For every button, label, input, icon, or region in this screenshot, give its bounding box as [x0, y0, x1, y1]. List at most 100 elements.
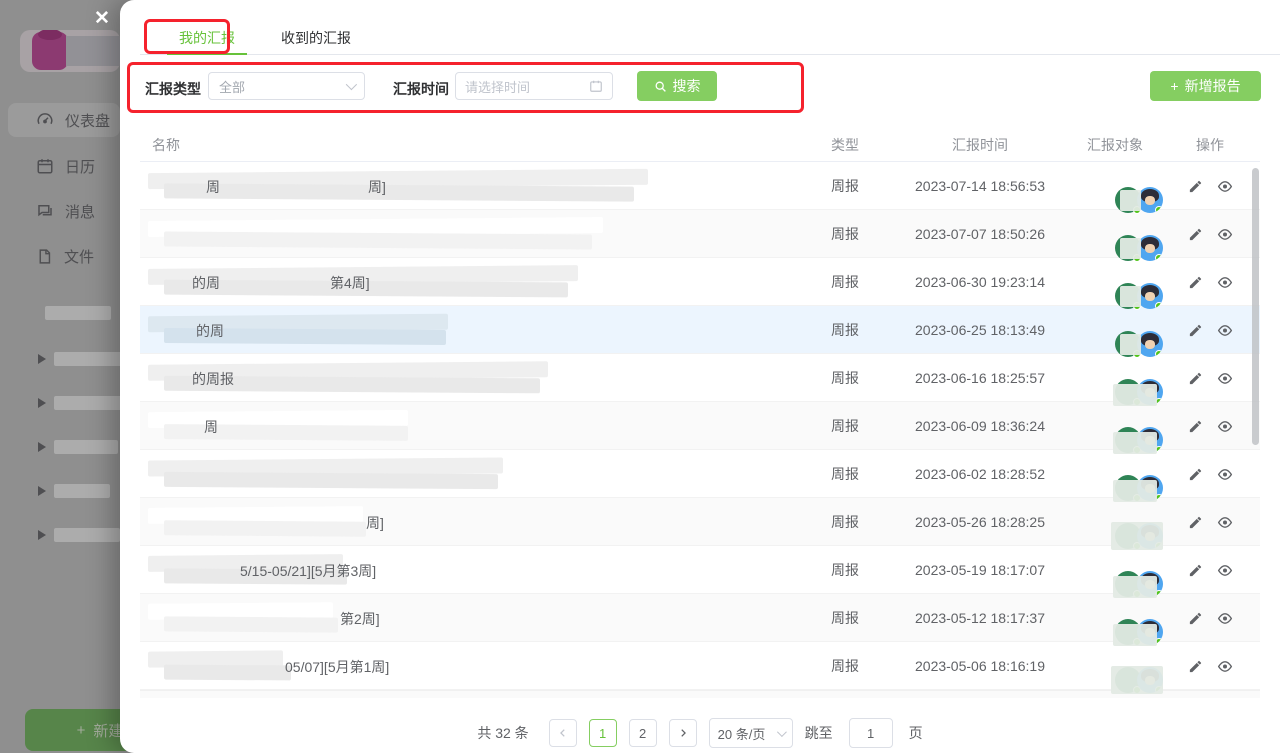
chevron-right-icon: [678, 728, 688, 738]
report-name-fragment: 05/07][5月第1周]: [285, 657, 389, 677]
column-header-time: 汇报时间: [890, 135, 1070, 155]
report-name-fragment: 5/15-05/21][5月第3周]: [240, 561, 376, 581]
report-type: 周报: [800, 368, 890, 388]
report-name-fragment: 的周: [192, 273, 220, 293]
online-status-dot: [1155, 350, 1163, 357]
report-name-fragment: 的周: [196, 321, 224, 341]
search-button[interactable]: 搜索: [637, 71, 717, 101]
view-icon[interactable]: [1217, 466, 1233, 482]
table-row[interactable]: 周周] 周报 2023-07-14 18:56:53: [140, 162, 1260, 210]
plus-icon: +: [1170, 78, 1178, 94]
avatar-redaction: [1111, 666, 1163, 694]
add-report-button[interactable]: + 新增报告: [1150, 71, 1261, 101]
view-icon[interactable]: [1217, 178, 1233, 194]
edit-icon[interactable]: [1188, 226, 1204, 242]
edit-icon[interactable]: [1188, 514, 1204, 530]
tree-expand-icon[interactable]: [38, 354, 46, 364]
tree-expand-icon[interactable]: [38, 398, 46, 408]
edit-icon[interactable]: [1188, 178, 1204, 194]
edit-icon[interactable]: [1188, 610, 1204, 626]
tab-bar: 我的汇报 收到的汇报: [140, 20, 1280, 55]
report-name: 05/07][5月第1周]: [140, 642, 800, 690]
redacted-name: [148, 218, 603, 250]
sidebar-item-label: 文件: [64, 246, 94, 267]
report-name: 5/15-05/21][5月第3周]: [140, 546, 800, 594]
report-type-select-value: 全部: [219, 77, 245, 96]
view-icon[interactable]: [1217, 274, 1233, 290]
report-name-fragment: 周: [204, 417, 218, 437]
close-icon[interactable]: ✕: [90, 7, 114, 31]
report-type: 周报: [800, 224, 890, 244]
row-actions: [1160, 658, 1260, 674]
jump-label: 跳至: [805, 723, 833, 743]
view-icon[interactable]: [1217, 562, 1233, 578]
view-icon[interactable]: [1217, 514, 1233, 530]
view-icon[interactable]: [1217, 370, 1233, 386]
prev-page-button[interactable]: [549, 719, 577, 747]
table-row[interactable]: 的周第4周] 周报 2023-06-30 19:23:14: [140, 258, 1260, 306]
page-size-select[interactable]: 20 条/页: [709, 718, 793, 748]
report-name: [140, 450, 800, 498]
jump-page-input[interactable]: [849, 718, 893, 748]
sidebar-item-files[interactable]: 文件: [8, 239, 120, 273]
tab-my-reports[interactable]: 我的汇报: [167, 20, 247, 55]
avatar-redaction: [1113, 576, 1157, 598]
view-icon[interactable]: [1217, 226, 1233, 242]
page-suffix-label: 页: [909, 723, 923, 743]
next-page-button[interactable]: [669, 719, 697, 747]
avatar-redaction: [1113, 384, 1157, 406]
page-button[interactable]: 1: [589, 719, 617, 747]
tree-item-redacted: [45, 306, 111, 320]
avatar-redaction: [1120, 286, 1141, 307]
table-row[interactable]: 的周报 周报 2023-06-16 18:25:57: [140, 354, 1260, 402]
table-row[interactable]: 05/07][5月第1周] 周报 2023-05-06 18:16:19: [140, 642, 1260, 690]
view-icon[interactable]: [1217, 322, 1233, 338]
column-header-type: 类型: [800, 135, 890, 155]
page-size-value: 20 条/页: [718, 724, 766, 743]
plus-icon: +: [77, 722, 86, 739]
table-row[interactable]: 周 周报 2023-06-09 18:36:24: [140, 402, 1260, 450]
view-icon[interactable]: [1217, 418, 1233, 434]
report-time-input[interactable]: 请选择时间: [455, 72, 613, 100]
table-row[interactable]: 周报 2023-07-07 18:50:26: [140, 210, 1260, 258]
report-name-fragment: 周: [206, 177, 220, 197]
table-row[interactable]: 第2周] 周报 2023-05-12 18:17:37: [140, 594, 1260, 642]
app-root: 仪表盘 日历 消息 文件: [0, 0, 1280, 753]
view-icon[interactable]: [1217, 658, 1233, 674]
redacted-name: [148, 410, 408, 442]
edit-icon[interactable]: [1188, 370, 1204, 386]
edit-icon[interactable]: [1188, 274, 1204, 290]
chevron-down-icon: [346, 79, 357, 90]
tree-expand-icon[interactable]: [38, 530, 46, 540]
page-button[interactable]: 2: [629, 719, 657, 747]
report-type: 周报: [800, 416, 890, 436]
table-row-partial: [140, 690, 1260, 698]
sidebar-item-messages[interactable]: 消息: [8, 194, 120, 228]
row-actions: [1160, 274, 1260, 290]
table-row[interactable]: 周报 2023-06-02 18:28:52: [140, 450, 1260, 498]
tree-expand-icon[interactable]: [38, 442, 46, 452]
tree-item-redacted: [54, 440, 118, 454]
edit-icon[interactable]: [1188, 466, 1204, 482]
tab-received-reports[interactable]: 收到的汇报: [280, 20, 352, 55]
edit-icon[interactable]: [1188, 322, 1204, 338]
sidebar-item-calendar[interactable]: 日历: [8, 149, 120, 183]
table-row[interactable]: 周] 周报 2023-05-26 18:28:25: [140, 498, 1260, 546]
tree-expand-icon[interactable]: [38, 486, 46, 496]
edit-icon[interactable]: [1188, 658, 1204, 674]
report-time-placeholder: 请选择时间: [465, 77, 530, 96]
edit-icon[interactable]: [1188, 562, 1204, 578]
edit-icon[interactable]: [1188, 418, 1204, 434]
table-row[interactable]: 的周 周报 2023-06-25 18:13:49: [140, 306, 1260, 354]
report-type-select[interactable]: 全部: [208, 72, 365, 100]
table-row[interactable]: 5/15-05/21][5月第3周] 周报 2023-05-19 18:17:0…: [140, 546, 1260, 594]
avatar-redaction: [1113, 480, 1157, 502]
row-actions: [1160, 370, 1260, 386]
report-name-fragment: 周]: [368, 177, 386, 197]
table-scrollbar-thumb[interactable]: [1252, 168, 1259, 445]
view-icon[interactable]: [1217, 610, 1233, 626]
report-type: 周报: [800, 464, 890, 484]
pagination-total: 共 32 条: [477, 723, 528, 743]
report-time: 2023-07-14 18:56:53: [890, 178, 1070, 194]
sidebar-item-dashboard[interactable]: 仪表盘: [8, 103, 120, 137]
